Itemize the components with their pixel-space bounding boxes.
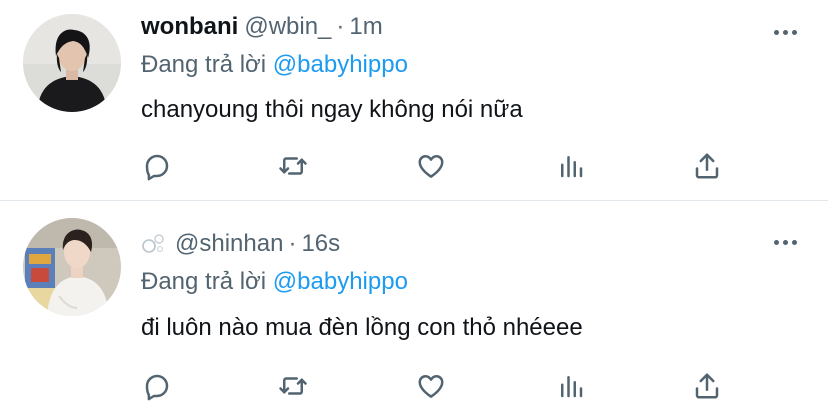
display-name[interactable]: wonbani (141, 13, 238, 41)
tweet-text: chanyoung thôi ngay không nói nữa (141, 96, 523, 123)
reply-icon (145, 154, 169, 181)
reply-mention-link[interactable]: @babyhippo (273, 268, 408, 295)
retweet-button[interactable] (275, 148, 311, 184)
reply-icon (145, 374, 169, 401)
more-options-icon[interactable] (774, 232, 804, 252)
more-options-icon[interactable] (774, 22, 804, 42)
reply-prefix: Đang trả lời (141, 268, 267, 295)
share-icon (695, 373, 719, 399)
tweet-actions (0, 148, 828, 184)
like-button[interactable] (413, 368, 449, 404)
reply-button[interactable] (139, 368, 175, 404)
tweet-header: wonbani @wbin_ · 1m (141, 13, 383, 41)
tweet[interactable]: @shinhan · 16s Đang trả lời @babyhippo đ… (0, 201, 828, 420)
bubbles-icon (141, 232, 167, 256)
reply-button[interactable] (139, 148, 175, 184)
separator: · (336, 13, 345, 40)
analytics-button[interactable] (553, 148, 589, 184)
tweet[interactable]: wonbani @wbin_ · 1m Đang trả lời @babyhi… (0, 0, 828, 200)
tweet-actions (0, 368, 828, 404)
reply-mention-link[interactable]: @babyhippo (273, 51, 408, 78)
avatar[interactable] (23, 218, 121, 316)
retweet-button[interactable] (275, 368, 311, 404)
share-button[interactable] (689, 148, 725, 184)
retweet-icon (279, 377, 307, 395)
reply-prefix: Đang trả lời (141, 51, 267, 78)
separator: · (288, 230, 297, 257)
avatar[interactable] (23, 14, 121, 112)
share-icon (695, 153, 719, 179)
user-handle[interactable]: @shinhan (175, 230, 283, 258)
reply-context: Đang trả lời @babyhippo (141, 51, 408, 79)
share-button[interactable] (689, 368, 725, 404)
analytics-button[interactable] (553, 368, 589, 404)
analytics-icon (561, 156, 583, 178)
like-icon (418, 375, 444, 398)
like-button[interactable] (413, 148, 449, 184)
tweet-text: đi luôn nào mua đèn lồng con thỏ nhéeee (141, 314, 583, 341)
tweet-header: @shinhan · 16s (141, 230, 340, 258)
analytics-icon (561, 376, 583, 398)
user-handle[interactable]: @wbin_ (244, 13, 331, 41)
retweet-icon (279, 157, 307, 175)
timestamp[interactable]: 16s (301, 230, 340, 258)
like-icon (418, 155, 444, 178)
timestamp[interactable]: 1m (349, 13, 382, 41)
reply-context: Đang trả lời @babyhippo (141, 268, 408, 296)
